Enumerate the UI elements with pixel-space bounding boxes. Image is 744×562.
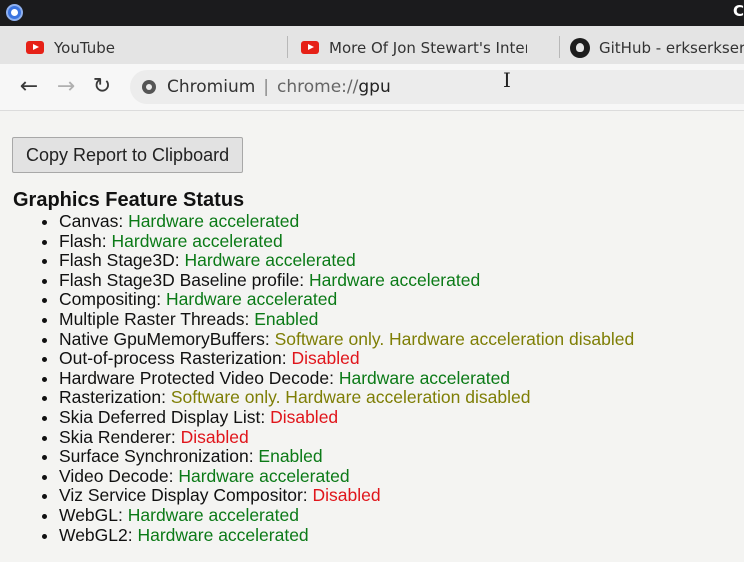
tab-github[interactable]: GitHub - erkserkser (570, 31, 744, 64)
feature-status-item: Flash Stage3D Baseline profile: Hardware… (59, 269, 634, 291)
tab-strip: YouTube × More Of Jon Stewart's Inter × … (0, 26, 744, 83)
section-title: Graphics Feature Status (13, 189, 245, 211)
feature-name: Skia Deferred Display List: (59, 406, 271, 427)
feature-name: WebGL2: (59, 524, 138, 545)
feature-name: Canvas: (59, 211, 129, 231)
feature-name: Native GpuMemoryBuffers: (59, 328, 275, 349)
back-icon[interactable]: ← (15, 72, 43, 100)
feature-status-item: WebGL: Hardware accelerated (59, 504, 634, 526)
feature-status-item: Video Decode: Hardware accelerated (59, 465, 634, 487)
feature-status: Hardware accelerated (178, 465, 350, 486)
feature-status-item: Multiple Raster Threads: Enabled (59, 308, 634, 330)
tab-jon-stewart[interactable]: More Of Jon Stewart's Inter (301, 31, 529, 64)
titlebar-corner-label: C (732, 2, 744, 20)
feature-status: Hardware accelerated (137, 524, 309, 545)
tab-youtube[interactable]: YouTube (26, 31, 276, 64)
browser-toolbar: ← → ↻ Chromium | chrome:// gpu (0, 64, 744, 111)
feature-status-item: Surface Synchronization: Enabled (59, 446, 634, 467)
tab-divider (559, 36, 560, 58)
feature-status: Disabled (312, 485, 381, 506)
reload-icon[interactable]: ↻ (88, 72, 116, 100)
tab-divider (287, 36, 288, 58)
feature-status: Disabled (180, 426, 249, 447)
feature-status: Hardware accelerated (184, 250, 356, 271)
feature-name: Flash: (59, 230, 112, 251)
text-cursor-icon: I (503, 68, 511, 92)
feature-status: Hardware accelerated (309, 269, 481, 290)
forward-icon[interactable]: → (52, 72, 80, 100)
feature-status: Hardware accelerated (127, 504, 299, 525)
url-host: gpu (358, 77, 391, 97)
feature-status: Software only. Hardware acceleration dis… (274, 328, 635, 349)
feature-name: Video Decode: (59, 465, 179, 486)
feature-status: Enabled (254, 308, 319, 329)
feature-status-list: Canvas: Hardware acceleratedFlash: Hardw… (36, 211, 635, 546)
feature-status: Hardware accelerated (111, 230, 283, 251)
feature-status: Disabled (270, 406, 339, 427)
feature-name: Multiple Raster Threads: (59, 308, 255, 329)
feature-status-item: Flash: Hardware accelerated (59, 230, 634, 252)
tab-title: YouTube (54, 38, 115, 57)
feature-status: Disabled (291, 348, 360, 369)
window-titlebar: C (0, 0, 744, 26)
feature-status-item: Skia Deferred Display List: Disabled (59, 406, 634, 428)
feature-name: Flash Stage3D Baseline profile: (59, 269, 309, 290)
feature-name: Hardware Protected Video Decode: (59, 367, 339, 388)
omnibox-separator: | (263, 77, 270, 97)
feature-status-item: Native GpuMemoryBuffers: Software only. … (59, 328, 635, 350)
feature-status-item: Out-of-process Rasterization: Disabled (59, 348, 634, 369)
feature-name: Flash Stage3D: (59, 250, 185, 271)
site-name: Chromium (167, 77, 256, 97)
tab-title: More Of Jon Stewart's Inter (329, 38, 527, 57)
feature-status: Software only. Hardware acceleration dis… (170, 387, 531, 408)
feature-status-item: Hardware Protected Video Decode: Hardwar… (59, 367, 634, 389)
feature-status: Hardware accelerated (166, 289, 338, 310)
url-scheme: chrome:// (277, 77, 359, 97)
feature-status-item: Flash Stage3D: Hardware accelerated (59, 250, 634, 271)
youtube-icon (301, 41, 319, 54)
feature-name: Surface Synchronization: (59, 446, 259, 467)
feature-status-item: WebGL2: Hardware accelerated (59, 524, 634, 546)
copy-report-button[interactable]: Copy Report to Clipboard (12, 137, 244, 173)
chromium-site-icon (142, 80, 156, 94)
tab-title: GitHub - erkserkser (599, 38, 744, 57)
page-content: Copy Report to Clipboard Graphics Featur… (0, 111, 744, 562)
feature-status-item: Canvas: Hardware accelerated (59, 211, 634, 232)
feature-status-item: Compositing: Hardware accelerated (59, 290, 634, 310)
github-icon (570, 37, 590, 58)
address-bar[interactable]: Chromium | chrome:// gpu (130, 70, 744, 104)
feature-name: Rasterization: (59, 387, 171, 408)
feature-name: Viz Service Display Compositor: (59, 485, 313, 506)
feature-status-item: Rasterization: Software only. Hardware a… (59, 388, 634, 408)
chromium-logo-icon (6, 4, 23, 21)
youtube-icon (26, 41, 44, 54)
feature-status: Hardware accelerated (338, 367, 511, 388)
feature-status-item: Skia Renderer: Disabled (59, 426, 634, 448)
feature-name: Skia Renderer: (59, 426, 181, 447)
feature-name: Out-of-process Rasterization: (59, 348, 292, 369)
feature-status: Enabled (258, 446, 323, 467)
feature-name: WebGL: (59, 504, 128, 525)
feature-status-item: Viz Service Display Compositor: Disabled (59, 486, 634, 506)
feature-status: Hardware accelerated (128, 211, 300, 231)
feature-name: Compositing: (59, 289, 166, 310)
